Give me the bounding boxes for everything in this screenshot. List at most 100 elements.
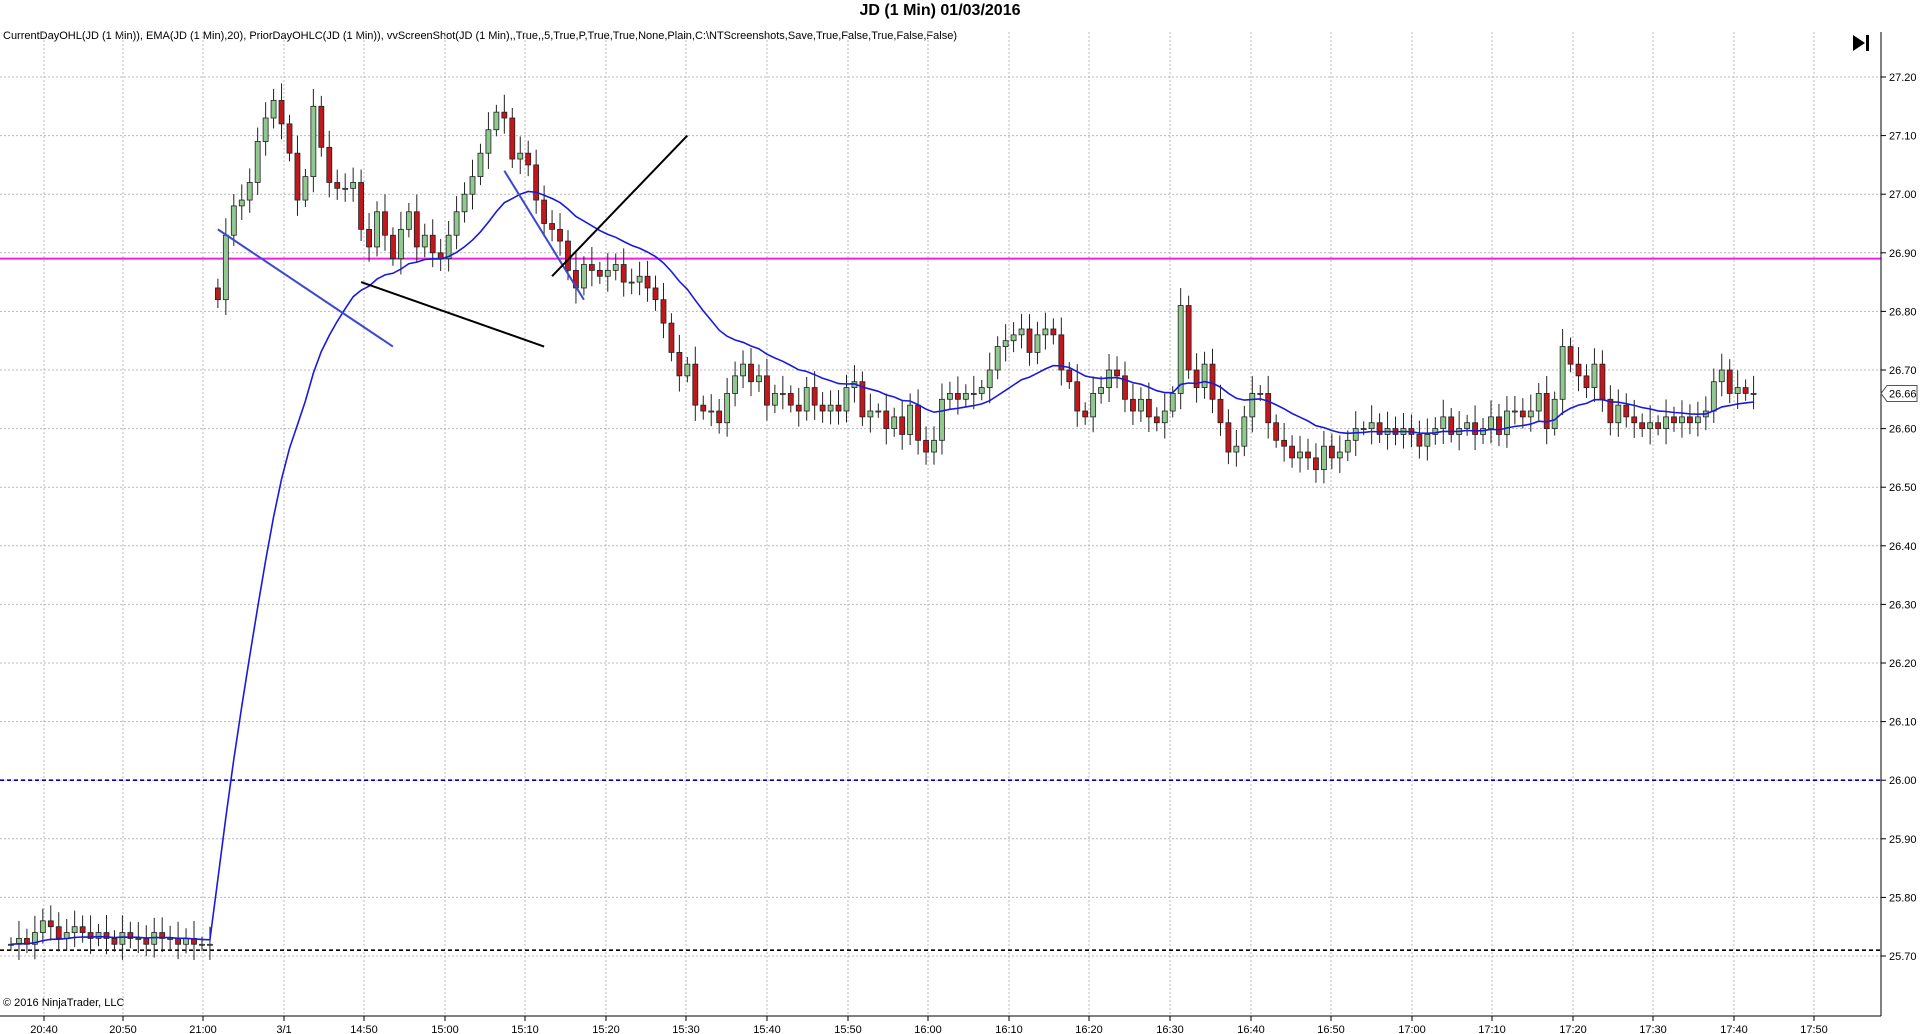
candle-body [1106, 369, 1112, 388]
candle-body [1519, 410, 1526, 418]
candle-body [429, 234, 436, 254]
y-tick-label: 26.60 [1889, 424, 1917, 436]
candle-body [867, 410, 874, 418]
x-tick-label: 20:50 [109, 1024, 137, 1034]
candle-body [1639, 422, 1646, 429]
candle-body [413, 211, 420, 248]
last-price-label: 26.66 [1889, 388, 1917, 400]
candle-body [1352, 428, 1359, 441]
candle-body [1599, 363, 1606, 400]
y-tick-label: 26.10 [1889, 717, 1917, 729]
candle-body [1249, 393, 1256, 418]
candle-body [1734, 387, 1741, 394]
candle-body [541, 199, 548, 224]
x-tick-label: 17:00 [1398, 1024, 1426, 1034]
candle-body [811, 387, 818, 406]
candle-body [461, 193, 468, 213]
candle-body [254, 141, 261, 183]
candle-body [358, 182, 365, 230]
candle-body [843, 387, 850, 412]
x-tick-label: 15:10 [511, 1024, 539, 1034]
candle-body [883, 410, 890, 429]
candle-body [214, 287, 221, 301]
candle-body [342, 187, 349, 190]
candle-body [931, 439, 937, 453]
candle-body [1535, 393, 1542, 412]
trendline[interactable] [551, 134, 689, 277]
candle-body [55, 926, 62, 939]
candle-body [1018, 328, 1025, 336]
candle-body [151, 932, 158, 945]
drawn-trendlines[interactable] [217, 134, 689, 348]
y-tick-label: 27.10 [1889, 131, 1917, 143]
candle-body [294, 152, 301, 201]
candle-body [962, 393, 969, 400]
axes: 27.20 27.10 27.00 26.90 26.80 26.70 26.60 26.50… [0, 32, 1917, 1034]
candle-body [366, 228, 372, 248]
candle-body [620, 264, 627, 283]
candle-body [1615, 404, 1622, 424]
candle-body [1225, 422, 1232, 453]
candle-body [1169, 393, 1176, 412]
candle-body [1313, 457, 1319, 471]
x-tick-label: 15:20 [592, 1024, 620, 1034]
x-tick-label: 21:00 [189, 1024, 217, 1034]
candle-body [485, 129, 492, 154]
candle-body [1098, 387, 1105, 394]
candle-body [390, 234, 396, 260]
candle-body [636, 275, 643, 283]
candle-body [1464, 422, 1471, 429]
candle-body [525, 152, 532, 166]
candle-body [135, 938, 142, 940]
candle-body [1575, 363, 1582, 377]
candle-body [668, 322, 675, 353]
candle-body [1161, 410, 1168, 424]
candles [8, 83, 1757, 961]
candle-body [1424, 434, 1431, 447]
price-chart[interactable]: 27.20 27.10 27.00 26.90 26.80 26.70 26.60 26.50… [0, 0, 1920, 1034]
candle-body [1472, 422, 1478, 435]
candle-body [588, 264, 595, 271]
candle-body [1344, 439, 1351, 453]
candle-body [1511, 410, 1518, 413]
candle-body [1336, 451, 1343, 459]
trendline[interactable] [360, 281, 545, 348]
candle-body [270, 100, 277, 119]
candle-body [1257, 393, 1264, 395]
candle-body [1026, 328, 1033, 353]
candle-body [907, 404, 914, 435]
x-tick-label: 17:50 [1800, 1024, 1828, 1034]
x-tick-label: 3/1 [276, 1024, 291, 1034]
candle-body [1297, 451, 1303, 459]
candle-body [1217, 398, 1224, 424]
skip-to-end-icon [1853, 35, 1869, 51]
candle-body [71, 926, 78, 933]
candle-body [923, 439, 929, 453]
grid [0, 32, 1881, 1016]
candle-body [939, 398, 945, 441]
candle-body [111, 938, 118, 945]
candle-body [756, 375, 762, 383]
candle-body [684, 363, 691, 377]
candle-body [199, 943, 205, 946]
candle-body [660, 299, 667, 324]
candle-body [1042, 328, 1049, 336]
candle-body [1527, 410, 1534, 418]
candle-body [652, 287, 659, 301]
candle-body [1376, 422, 1383, 435]
candle-body [1058, 334, 1065, 371]
candle-body [612, 264, 619, 271]
candle-body [119, 932, 126, 945]
candle-body [310, 105, 317, 178]
candle-body [1090, 393, 1097, 418]
candle-body [1671, 416, 1677, 424]
candle-body [1034, 334, 1041, 353]
candle-body [1623, 404, 1630, 418]
candle-body [1416, 434, 1423, 447]
candle-body [827, 404, 834, 412]
candle-body [517, 152, 524, 160]
candle-body [421, 234, 428, 248]
candle-body [1265, 393, 1272, 424]
candle-body [716, 410, 723, 424]
scroll-to-end-button[interactable] [1850, 32, 1872, 54]
